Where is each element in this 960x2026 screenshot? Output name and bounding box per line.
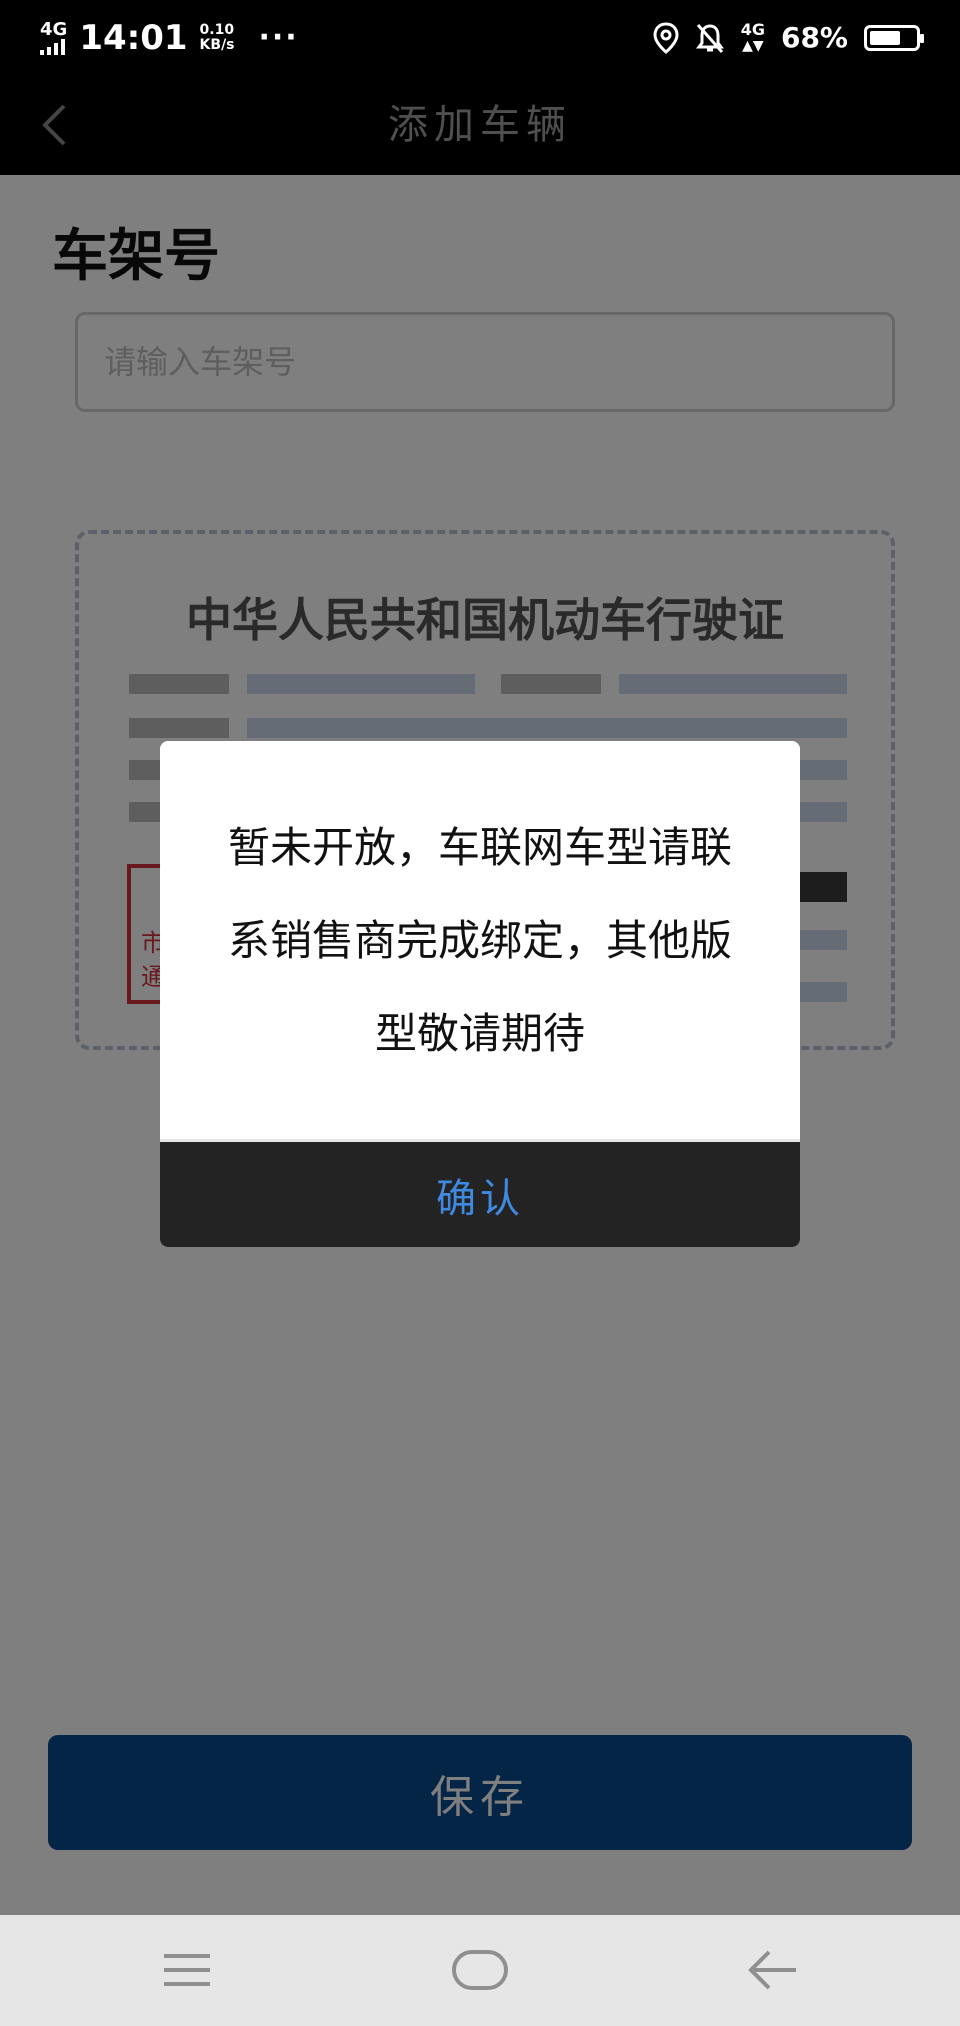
home-icon: [452, 1950, 508, 1990]
system-navigation-bar: [0, 1915, 960, 2026]
dialog-message: 暂未开放，车联网车型请联系销售商完成绑定，其他版型敬请期待: [227, 822, 732, 1058]
battery-percent: 68%: [780, 21, 848, 54]
data-arrows-icon: 4G ▲▼: [740, 19, 765, 54]
status-left: 4G 14:01 0.10 KB/s ···: [40, 0, 299, 75]
status-bar: 4G 14:01 0.10 KB/s ··· 4G ▲▼ 68%: [0, 0, 960, 75]
network-speed: 0.10 KB/s: [199, 21, 235, 53]
battery-icon: [864, 24, 924, 51]
status-right: 4G ▲▼ 68%: [653, 0, 924, 75]
more-notifications-icon: ···: [258, 20, 299, 55]
menu-icon: [164, 1954, 210, 1986]
alert-dialog: 暂未开放，车联网车型请联系销售商完成绑定，其他版型敬请期待 确认: [160, 741, 800, 1247]
speed-value: 0.10: [199, 21, 235, 38]
dialog-body: 暂未开放，车联网车型请联系销售商完成绑定，其他版型敬请期待: [160, 741, 800, 1139]
home-button[interactable]: [435, 1937, 525, 2003]
back-arrow-icon: [748, 1950, 796, 1990]
system-back-button[interactable]: [728, 1937, 818, 2003]
location-icon: [653, 21, 679, 54]
network-type: 4G: [40, 18, 68, 40]
bell-muted-icon: [695, 23, 724, 53]
signal-icon: 4G: [40, 18, 68, 55]
confirm-button[interactable]: 确认: [160, 1142, 800, 1247]
menu-button[interactable]: [142, 1937, 232, 2003]
clock: 14:01: [79, 17, 188, 58]
speed-unit: KB/s: [199, 36, 235, 53]
network-type-right: 4G: [740, 19, 765, 39]
